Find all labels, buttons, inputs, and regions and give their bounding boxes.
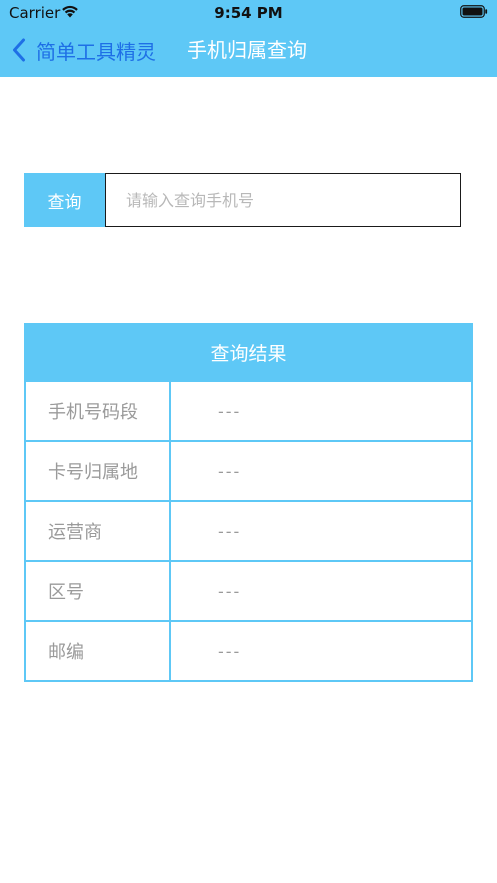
- result-table: 查询结果 手机号码段 --- 卡号归属地 --- 运营商 --- 区号 --- …: [24, 323, 473, 682]
- row-value-carrier: ---: [218, 521, 242, 541]
- row-label-location: 卡号归属地: [26, 442, 171, 500]
- table-row: 手机号码段 ---: [26, 382, 471, 440]
- top-bar: Carrier 9:54 PM 简单工具精灵 手机归属查询: [0, 0, 497, 77]
- table-row: 区号 ---: [26, 560, 471, 620]
- status-time: 9:54 PM: [214, 4, 283, 22]
- row-label-carrier: 运营商: [26, 502, 171, 560]
- row-value-segment: ---: [218, 401, 242, 421]
- row-label-segment: 手机号码段: [26, 382, 171, 440]
- row-value-area-code: ---: [218, 581, 242, 601]
- back-button-label: 简单工具精灵: [36, 39, 156, 64]
- result-table-header: 查询结果: [24, 323, 473, 382]
- phone-number-input[interactable]: [105, 173, 461, 227]
- row-value-postcode: ---: [218, 641, 242, 661]
- back-button[interactable]: 简单工具精灵: [12, 34, 156, 66]
- row-value-location: ---: [218, 461, 242, 481]
- row-label-area-code: 区号: [26, 562, 171, 620]
- app-screen: Carrier 9:54 PM 简单工具精灵 手机归属查询 查询 查询结果 手机…: [0, 0, 497, 883]
- page-title: 手机归属查询: [187, 38, 307, 62]
- battery-icon: [460, 5, 488, 18]
- row-label-postcode: 邮编: [26, 622, 171, 680]
- table-row: 卡号归属地 ---: [26, 440, 471, 500]
- result-rows: 手机号码段 --- 卡号归属地 --- 运营商 --- 区号 --- 邮编 --…: [26, 382, 471, 680]
- chevron-left-icon: [13, 38, 25, 62]
- table-row: 运营商 ---: [26, 500, 471, 560]
- table-row: 邮编 ---: [26, 620, 471, 680]
- query-button[interactable]: 查询: [24, 173, 105, 227]
